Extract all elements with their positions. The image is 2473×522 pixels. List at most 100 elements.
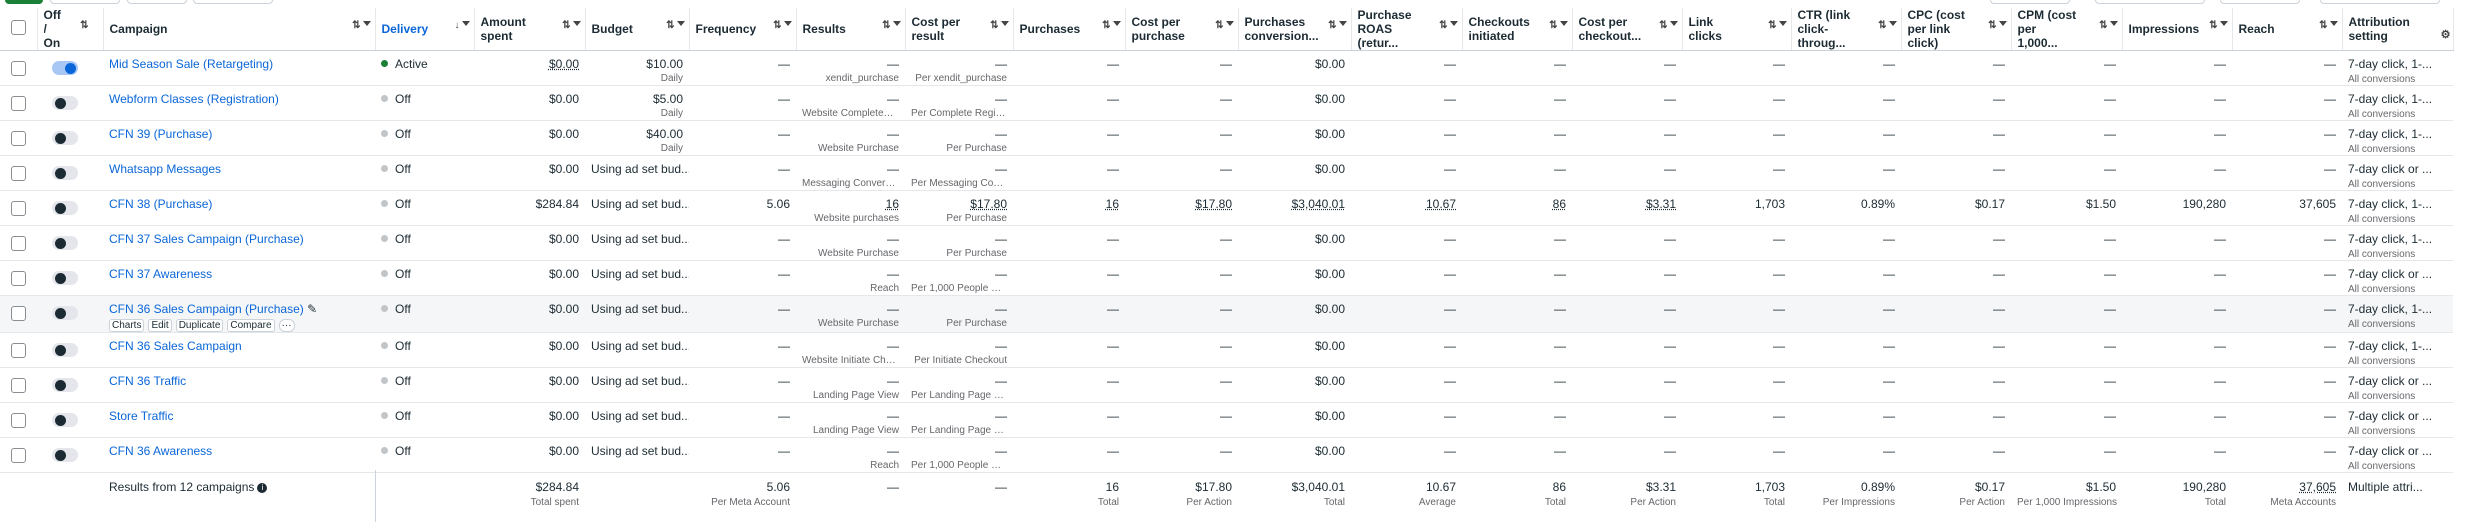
column-header-checkouts[interactable]: Checkouts initiated ⇅: [1462, 8, 1572, 51]
chevron-down-icon[interactable]: [2330, 21, 2338, 26]
campaign-toggle[interactable]: [52, 236, 78, 250]
campaign-toggle[interactable]: [52, 306, 78, 320]
chevron-down-icon[interactable]: [1001, 21, 1009, 26]
duplicate-button[interactable]: Duplicate: [176, 319, 224, 332]
row-checkbox[interactable]: [11, 413, 26, 428]
sort-icon[interactable]: ⇅: [562, 19, 570, 33]
column-header-budget[interactable]: Budget ⇅: [585, 8, 689, 51]
sort-icon[interactable]: ⇅: [1988, 19, 1996, 33]
column-header-purchase_roas[interactable]: Purchase ROAS (retur... ⇅: [1351, 8, 1462, 51]
table-row[interactable]: Mid Season Sale (Retargeting) Active $0.00…: [0, 51, 2473, 86]
chevron-down-icon[interactable]: [2110, 21, 2118, 26]
campaign-link[interactable]: CFN 37 Awareness: [109, 267, 212, 281]
column-header-impressions[interactable]: Impressions ⇅: [2122, 8, 2232, 51]
column-header-link_clicks[interactable]: Link clicks ⇅: [1682, 8, 1791, 51]
chevron-down-icon[interactable]: [784, 21, 792, 26]
edit-button[interactable]: Edit: [148, 319, 171, 332]
column-header-reach[interactable]: Reach ⇅: [2232, 8, 2342, 51]
campaign-link[interactable]: CFN 36 Sales Campaign (Purchase): [109, 302, 304, 316]
select-all-checkbox[interactable]: [11, 20, 26, 35]
row-checkbox[interactable]: [11, 61, 26, 76]
table-row[interactable]: CFN 36 Sales Campaign (Purchase) ✎ Charts…: [0, 296, 2473, 333]
sort-icon[interactable]: ⇅: [1768, 19, 1776, 33]
sort-icon[interactable]: ⇅: [882, 19, 890, 33]
value-results[interactable]: 16: [802, 197, 899, 211]
charts-button[interactable]: Charts: [109, 319, 144, 332]
value-amount[interactable]: $0.00: [480, 57, 579, 71]
chevron-down-icon[interactable]: [573, 21, 581, 26]
campaign-toggle[interactable]: [52, 413, 78, 427]
chevron-down-icon[interactable]: [1889, 21, 1897, 26]
value-cpc_out[interactable]: $3.31: [1578, 197, 1676, 211]
table-row[interactable]: CFN 39 (Purchase) Off $0.00 $40.00 Daily — — We…: [0, 121, 2473, 156]
sort-icon[interactable]: ⇅: [2099, 19, 2107, 33]
row-checkbox[interactable]: [11, 96, 26, 111]
toolbar-button[interactable]: [1990, 0, 2070, 4]
table-row[interactable]: Webform Classes (Registration) Off $0.00 $5…: [0, 86, 2473, 121]
campaign-link[interactable]: Store Traffic: [109, 409, 173, 423]
table-row[interactable]: Store Traffic Off $0.00 Using ad set bud...…: [0, 403, 2473, 438]
campaign-toggle[interactable]: [52, 61, 78, 75]
row-checkbox[interactable]: [11, 166, 26, 181]
chevron-down-icon[interactable]: [1113, 21, 1121, 26]
value-cpr[interactable]: $17.80: [911, 197, 1007, 211]
campaign-link[interactable]: CFN 36 Traffic: [109, 374, 186, 388]
sort-icon[interactable]: ⇅: [1215, 19, 1223, 33]
totals-value-reach[interactable]: 37,605: [2238, 480, 2336, 494]
sort-icon[interactable]: ⇅: [2209, 19, 2217, 33]
sort-icon[interactable]: ⇅: [2319, 19, 2327, 33]
campaign-toggle[interactable]: [52, 166, 78, 180]
row-checkbox[interactable]: [11, 236, 26, 251]
chevron-down-icon[interactable]: [363, 21, 371, 26]
campaign-toggle[interactable]: [52, 448, 78, 462]
sort-icon[interactable]: ⇅: [80, 19, 88, 33]
toolbar-button[interactable]: [2320, 0, 2440, 4]
row-checkbox[interactable]: [11, 378, 26, 393]
column-header-cpc[interactable]: CPC (cost per link click) ⇅: [1901, 8, 2011, 51]
toolbar-button[interactable]: [193, 0, 273, 4]
column-header-attribution[interactable]: Attribution setting ⚙: [2342, 8, 2453, 51]
campaign-link[interactable]: Whatsapp Messages: [109, 162, 221, 176]
chevron-down-icon[interactable]: [462, 21, 470, 26]
campaign-link[interactable]: CFN 36 Sales Campaign: [109, 339, 242, 353]
toolbar-button[interactable]: [127, 0, 187, 4]
column-header-cost_per_checkout[interactable]: Cost per checkout... ⇅: [1572, 8, 1682, 51]
column-header-select[interactable]: [0, 8, 37, 51]
chevron-down-icon[interactable]: [1670, 21, 1678, 26]
campaign-link[interactable]: CFN 36 Awareness: [109, 444, 212, 458]
row-checkbox[interactable]: [11, 131, 26, 146]
table-row[interactable]: CFN 38 (Purchase) Off $284.84 Using ad set …: [0, 191, 2473, 226]
column-header-purchases_conversion[interactable]: Purchases conversion... ⇅: [1238, 8, 1351, 51]
column-header-toggle[interactable]: Off / On ⇅: [37, 8, 103, 51]
column-header-ctr[interactable]: CTR (link click-throug... ⇅: [1791, 8, 1901, 51]
sort-icon[interactable]: ⇅: [1659, 19, 1667, 33]
column-header-purchases[interactable]: Purchases ⇅: [1013, 8, 1125, 51]
campaign-link[interactable]: CFN 38 (Purchase): [109, 197, 212, 211]
chevron-down-icon[interactable]: [1999, 21, 2007, 26]
column-header-cost_per_purchase[interactable]: Cost per purchase ⇅: [1125, 8, 1238, 51]
chevron-down-icon[interactable]: [677, 21, 685, 26]
toolbar-button[interactable]: [50, 0, 120, 4]
table-row[interactable]: CFN 36 Awareness Off $0.00 Using ad set bud…: [0, 438, 2473, 473]
sort-icon[interactable]: ⇅: [1439, 19, 1447, 33]
chevron-down-icon[interactable]: [893, 21, 901, 26]
campaign-link[interactable]: CFN 37 Sales Campaign (Purchase): [109, 232, 304, 246]
row-checkbox[interactable]: [11, 271, 26, 286]
column-header-amount_spent[interactable]: Amount spent ⇅: [474, 8, 585, 51]
column-header-cost_per_result[interactable]: Cost per result ⇅: [905, 8, 1013, 51]
table-row[interactable]: Whatsapp Messages Off $0.00 Using ad set bu…: [0, 156, 2473, 191]
chevron-down-icon[interactable]: [1339, 21, 1347, 26]
chevron-down-icon[interactable]: [1560, 21, 1568, 26]
toolbar-button[interactable]: [2095, 0, 2205, 4]
more-options-button[interactable]: ···: [279, 319, 295, 332]
compare-button[interactable]: Compare: [227, 319, 274, 332]
table-row[interactable]: CFN 36 Traffic Off $0.00 Using ad set bud..…: [0, 368, 2473, 403]
sort-icon[interactable]: ⇅: [990, 19, 998, 33]
sort-icon[interactable]: ⇅: [1328, 19, 1336, 33]
column-header-delivery[interactable]: Delivery ↓: [375, 8, 474, 51]
sort-icon[interactable]: ↓: [455, 19, 460, 33]
campaign-toggle[interactable]: [52, 201, 78, 215]
column-header-frequency[interactable]: Frequency ⇅: [689, 8, 796, 51]
sort-icon[interactable]: ⇅: [773, 19, 781, 33]
sort-icon[interactable]: ⇅: [1549, 19, 1557, 33]
